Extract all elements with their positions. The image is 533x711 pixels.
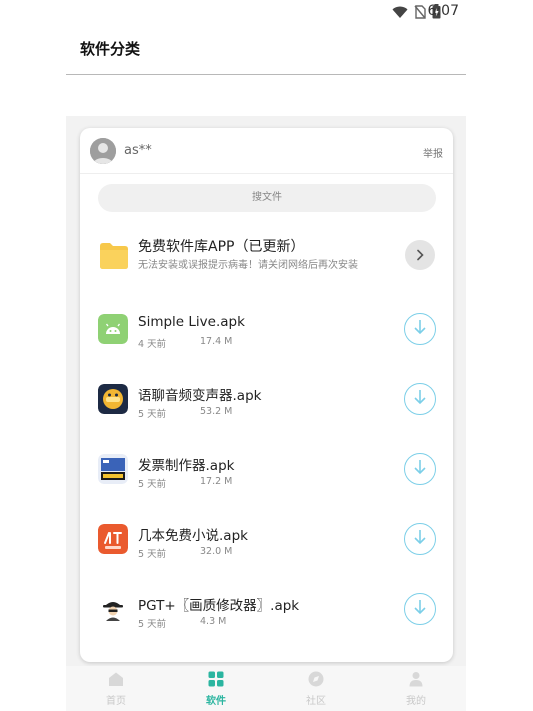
file-row[interactable]: 几本免费小说.apk 5 天前 32.0 M xyxy=(80,520,453,570)
spy-icon xyxy=(98,594,128,624)
android-icon xyxy=(98,314,128,344)
file-age: 5 天前 xyxy=(138,619,167,630)
folder-title: 免费软件库APP（已更新） xyxy=(138,239,305,255)
download-button[interactable] xyxy=(404,523,436,555)
file-name: 发票制作器.apk xyxy=(138,458,235,474)
file-name: 语聊音频变声器.apk xyxy=(138,388,262,404)
no-sim-icon xyxy=(414,4,426,23)
download-button[interactable] xyxy=(404,593,436,625)
novel-icon xyxy=(98,524,128,554)
file-size: 17.4 M xyxy=(200,336,233,347)
file-size: 4.3 M xyxy=(200,616,227,627)
file-size: 32.0 M xyxy=(200,546,233,557)
person-avatar-icon xyxy=(90,138,116,164)
username: as** xyxy=(124,143,152,158)
download-button[interactable] xyxy=(404,313,436,345)
nav-item-home[interactable]: 首页 xyxy=(86,670,146,707)
file-name: Simple Live.apk xyxy=(138,314,245,330)
file-row[interactable]: 语聊音频变声器.apk 5 天前 53.2 M xyxy=(80,380,453,430)
invoice-icon xyxy=(98,454,128,484)
download-arrow-icon xyxy=(413,389,427,409)
file-size: 17.2 M xyxy=(200,476,233,487)
report-link[interactable]: 举报 xyxy=(423,145,443,160)
nav-label: 软件 xyxy=(206,696,226,707)
file-row[interactable]: 发票制作器.apk 5 天前 17.2 M xyxy=(80,450,453,500)
file-age: 5 天前 xyxy=(138,549,167,560)
voice-changer-icon xyxy=(98,384,128,414)
folder-description: 无法安装或误报提示病毒！请关闭网络后再次安装 xyxy=(138,260,358,271)
file-size: 53.2 M xyxy=(200,406,233,417)
download-arrow-icon xyxy=(413,599,427,619)
download-button[interactable] xyxy=(404,383,436,415)
status-time: 6:07 xyxy=(427,3,459,19)
file-row[interactable]: PGT+〖画质修改器〗.apk 5 天前 4.3 M xyxy=(80,590,453,640)
search-input[interactable]: 搜文件 xyxy=(98,184,436,212)
file-name: 几本免费小说.apk xyxy=(138,528,248,544)
status-bar: 6:07 xyxy=(0,0,533,24)
folder-icon xyxy=(98,240,130,274)
download-button[interactable] xyxy=(404,453,436,485)
nav-item-community[interactable]: 社区 xyxy=(286,670,346,707)
bottom-nav: 首页 软件 社区 我的 xyxy=(66,666,466,711)
compass-icon xyxy=(286,670,346,688)
wifi-icon xyxy=(392,4,408,23)
page-title: 软件分类 xyxy=(80,40,141,58)
grid-icon xyxy=(186,670,246,688)
home-icon xyxy=(86,670,146,688)
nav-label: 社区 xyxy=(306,696,326,707)
download-arrow-icon xyxy=(413,459,427,479)
file-age: 5 天前 xyxy=(138,479,167,490)
download-arrow-icon xyxy=(413,529,427,549)
header-divider xyxy=(66,74,466,75)
nav-item-software[interactable]: 软件 xyxy=(186,670,246,707)
person-icon xyxy=(386,670,446,688)
file-row[interactable]: Simple Live.apk 4 天前 17.4 M xyxy=(80,310,453,360)
folder-row[interactable]: 免费软件库APP（已更新） 无法安装或误报提示病毒！请关闭网络后再次安装 xyxy=(80,232,453,292)
share-card: as** 举报 搜文件 免费软件库APP（已更新） 无法安装或误报提示病毒！请关… xyxy=(80,128,453,662)
user-row: as** 举报 xyxy=(80,128,453,174)
file-name: PGT+〖画质修改器〗.apk xyxy=(138,598,300,614)
nav-label: 我的 xyxy=(406,696,426,707)
download-arrow-icon xyxy=(413,319,427,339)
file-age: 4 天前 xyxy=(138,339,167,350)
nav-label: 首页 xyxy=(106,696,126,707)
avatar[interactable] xyxy=(90,138,116,164)
nav-item-mine[interactable]: 我的 xyxy=(386,670,446,707)
chevron-right-icon xyxy=(415,246,425,265)
file-age: 5 天前 xyxy=(138,409,167,420)
open-folder-button[interactable] xyxy=(405,240,435,270)
